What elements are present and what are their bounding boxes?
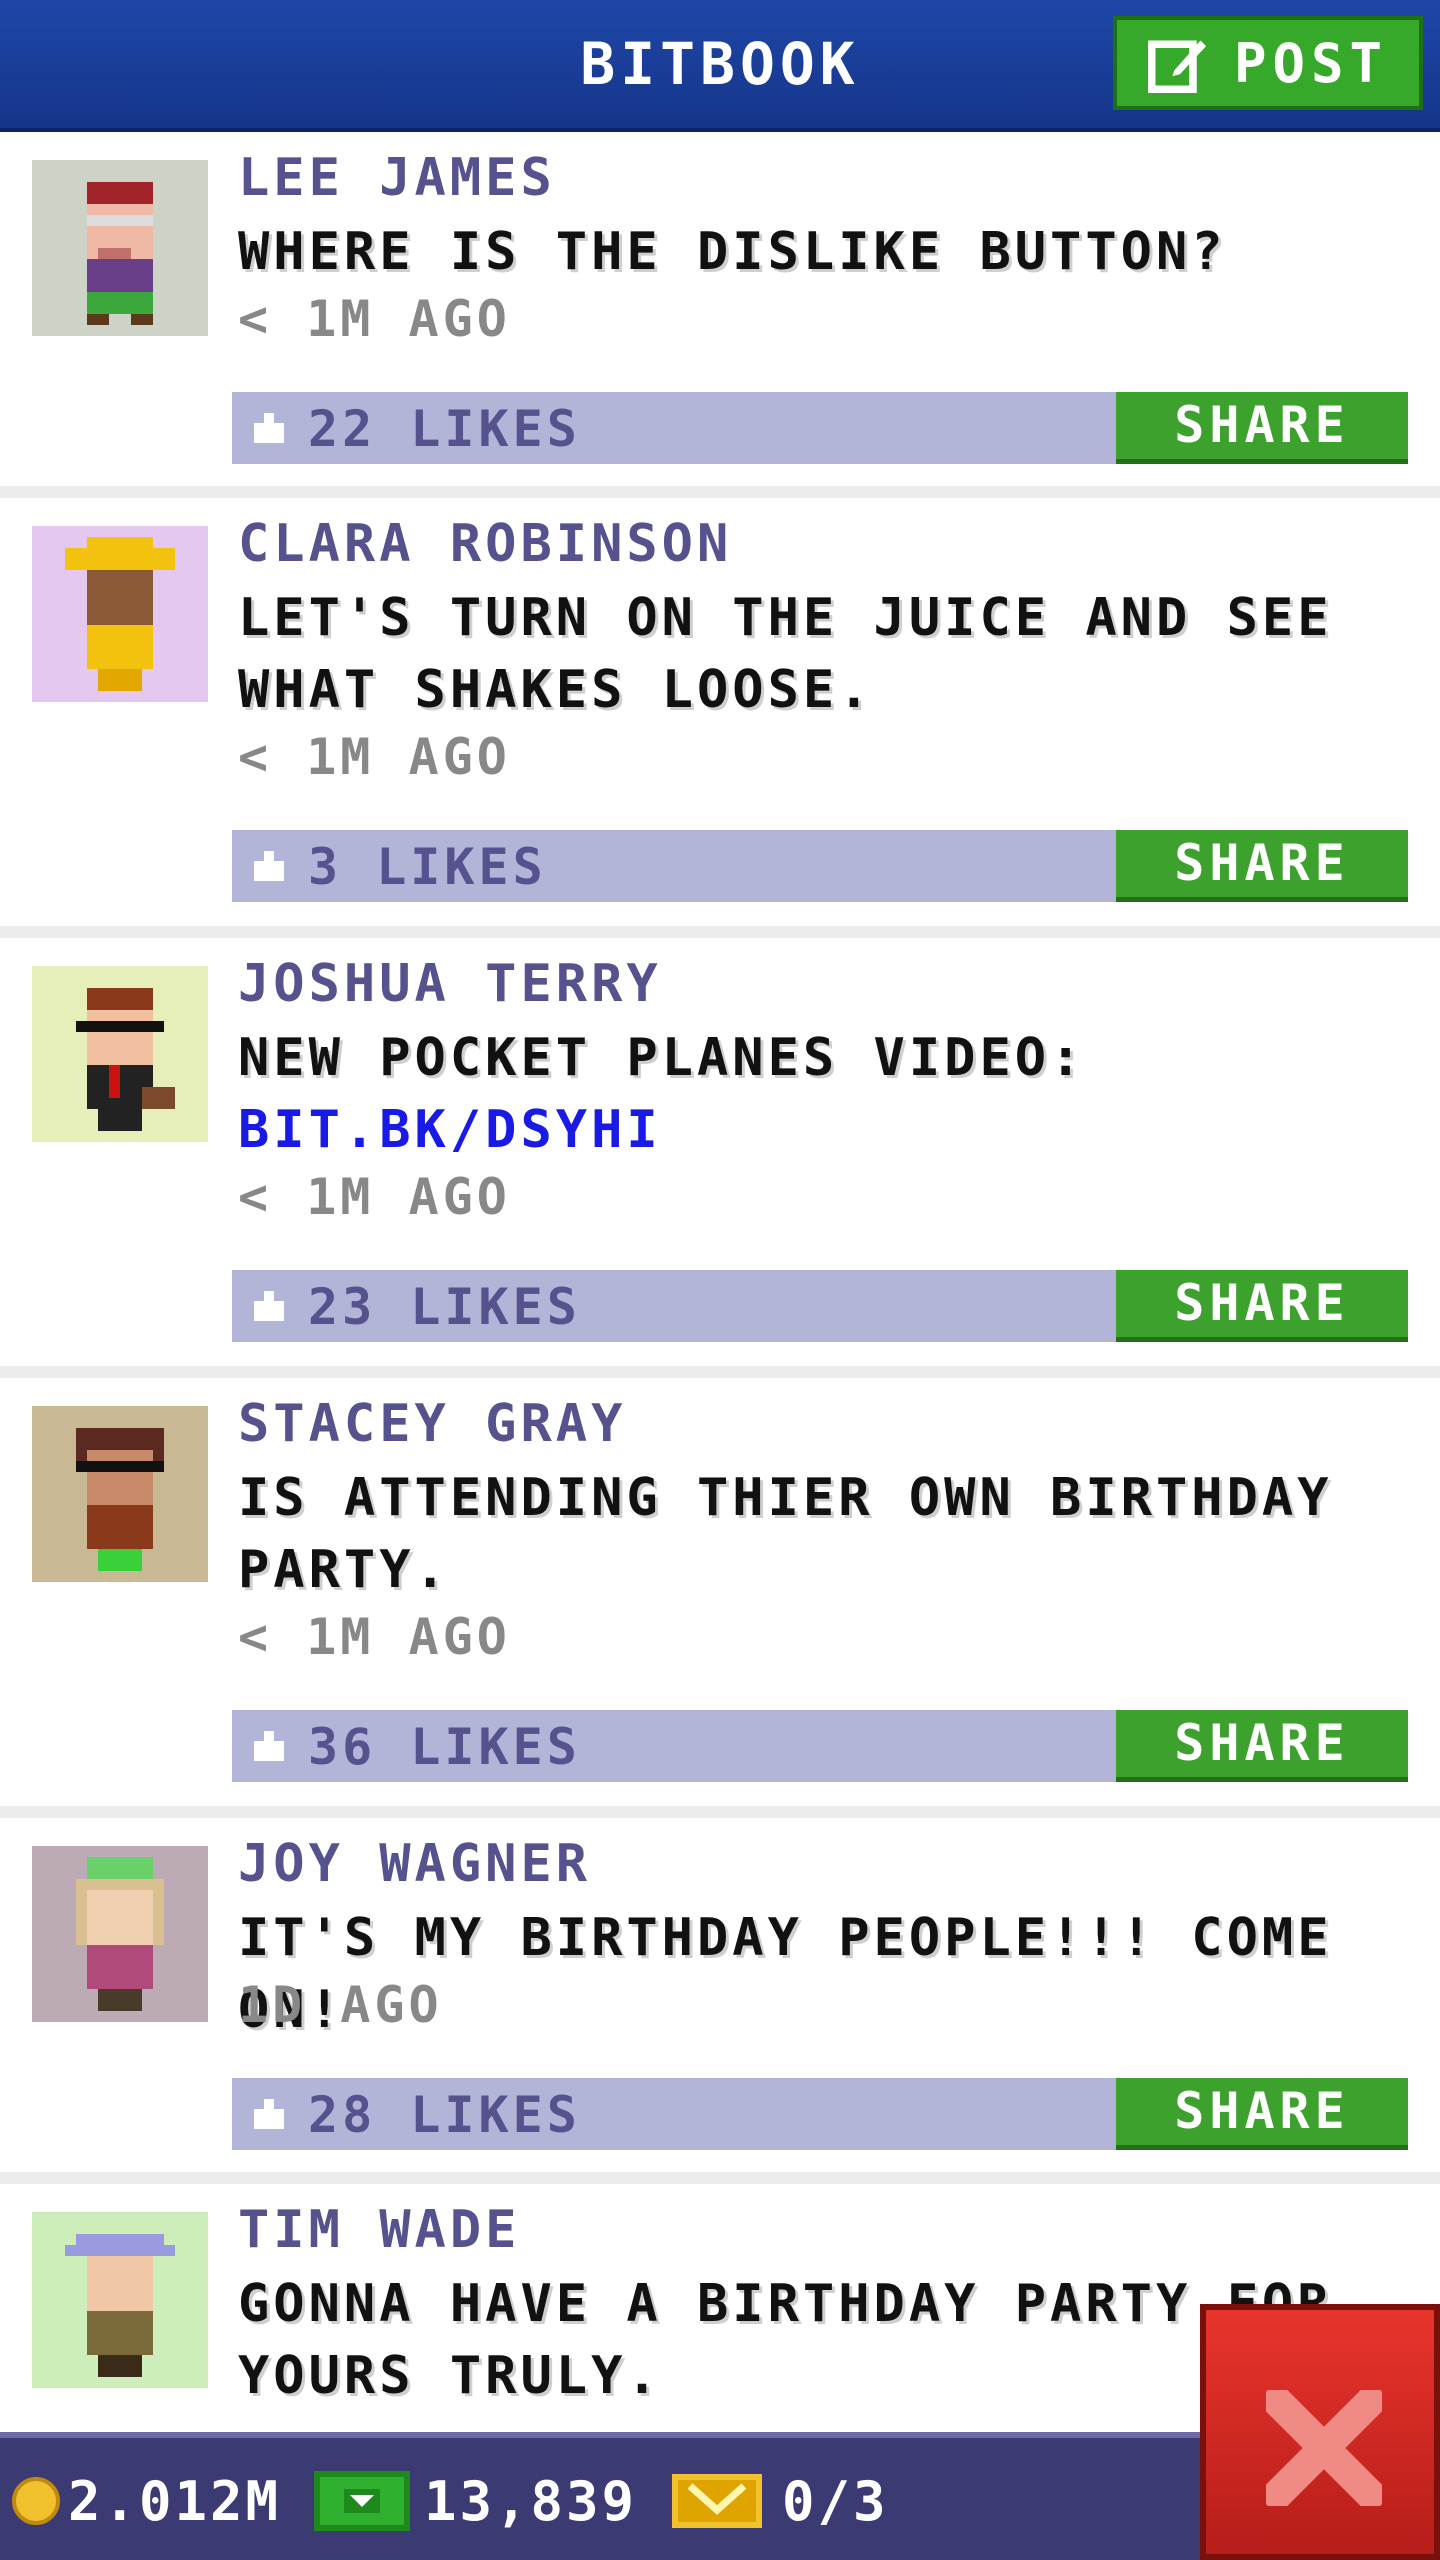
post-message-text: NEW POCKET PLANES VIDEO: [238, 1028, 1086, 1088]
share-button[interactable]: SHARE [1116, 1270, 1408, 1342]
bux-stat: 13,839 [314, 2466, 637, 2536]
post-author[interactable]: LEE JAMES [238, 148, 556, 208]
header-bar: BITBOOK POST [0, 0, 1440, 132]
post-message: NEW POCKET PLANES VIDEO: BIT.BK/DSYHI [238, 1022, 1408, 1166]
edit-icon [1147, 40, 1207, 93]
post-button[interactable]: POST [1113, 16, 1423, 110]
like-bar: 23 LIKES SHARE [232, 1270, 1408, 1342]
like-bar: 36 LIKES SHARE [232, 1710, 1408, 1782]
avatar [32, 526, 208, 702]
like-bar: 28 LIKES SHARE [232, 2078, 1408, 2150]
like-count: 36 LIKES [308, 1718, 581, 1776]
avatar [32, 160, 208, 336]
post-author[interactable]: TIM WADE [238, 2200, 520, 2260]
post-author[interactable]: CLARA ROBINSON [238, 514, 732, 574]
post-message-text: GONNA HAVE A BIRTHDAY PARTY FOR YOURS TR… [238, 2274, 1333, 2406]
ticket-icon [672, 2474, 762, 2528]
like-count: 23 LIKES [308, 1278, 581, 1336]
like-count: 28 LIKES [308, 2086, 581, 2144]
share-button[interactable]: SHARE [1116, 2078, 1408, 2150]
post-time: < 1M AGO [238, 290, 511, 348]
post-author[interactable]: JOY WAGNER [238, 1834, 591, 1894]
post-author[interactable]: STACEY GRAY [238, 1394, 626, 1454]
post-message: LET'S TURN ON THE JUICE AND SEE WHAT SHA… [238, 582, 1408, 726]
post-message: IS ATTENDING THIER OWN BIRTHDAY PARTY. [238, 1462, 1408, 1606]
close-button[interactable] [1200, 2304, 1440, 2560]
feed-post: JOY WAGNER IT'S MY BIRTHDAY PEOPLE!!! CO… [0, 1818, 1440, 2184]
feed-post: STACEY GRAY IS ATTENDING THIER OWN BIRTH… [0, 1378, 1440, 1818]
avatar [32, 1406, 208, 1582]
like-count: 22 LIKES [308, 400, 581, 458]
like-count: 3 LIKES [308, 838, 547, 896]
bux-count: 13,839 [424, 2469, 638, 2533]
post-time: < 1M AGO [238, 1168, 511, 1226]
tickets-stat: 0/3 [672, 2466, 889, 2536]
post-time: 1D AGO [238, 1976, 443, 2034]
share-button[interactable]: SHARE [1116, 1710, 1408, 1782]
post-author[interactable]: JOSHUA TERRY [238, 954, 662, 1014]
share-button[interactable]: SHARE [1116, 830, 1408, 902]
avatar [32, 966, 208, 1142]
avatar [32, 2212, 208, 2388]
feed-post: JOSHUA TERRY NEW POCKET PLANES VIDEO: BI… [0, 938, 1440, 1378]
thumbs-up-icon[interactable] [254, 1730, 284, 1762]
avatar [32, 1846, 208, 2022]
thumbs-up-icon[interactable] [254, 1290, 284, 1322]
ticket-count: 0/3 [782, 2469, 889, 2533]
bux-icon [314, 2471, 410, 2531]
post-message-text: IS ATTENDING THIER OWN BIRTHDAY PARTY. [238, 1468, 1333, 1600]
share-button[interactable]: SHARE [1116, 392, 1408, 464]
feed-post: LEE JAMES WHERE IS THE DISLIKE BUTTON? <… [0, 132, 1440, 498]
feed-post: CLARA ROBINSON LET'S TURN ON THE JUICE A… [0, 498, 1440, 938]
coin-count: 2.012M [68, 2469, 282, 2533]
post-time: < 1M AGO [238, 1608, 511, 1666]
post-link[interactable]: BIT.BK/DSYHI [238, 1100, 662, 1160]
post-message-text: WHERE IS THE DISLIKE BUTTON? [238, 222, 1227, 282]
like-bar: 3 LIKES SHARE [232, 830, 1408, 902]
close-icon [1266, 2390, 1382, 2506]
post-message-text: LET'S TURN ON THE JUICE AND SEE WHAT SHA… [238, 588, 1333, 720]
thumbs-up-icon[interactable] [254, 2098, 284, 2130]
coins-stat: 2.012M [12, 2466, 281, 2536]
thumbs-up-icon[interactable] [254, 850, 284, 882]
thumbs-up-icon[interactable] [254, 412, 284, 444]
post-message: WHERE IS THE DISLIKE BUTTON? [238, 216, 1408, 288]
like-bar: 22 LIKES SHARE [232, 392, 1408, 464]
post-button-label: POST [1233, 31, 1389, 95]
coin-icon [12, 2477, 60, 2525]
post-time: < 1M AGO [238, 728, 511, 786]
